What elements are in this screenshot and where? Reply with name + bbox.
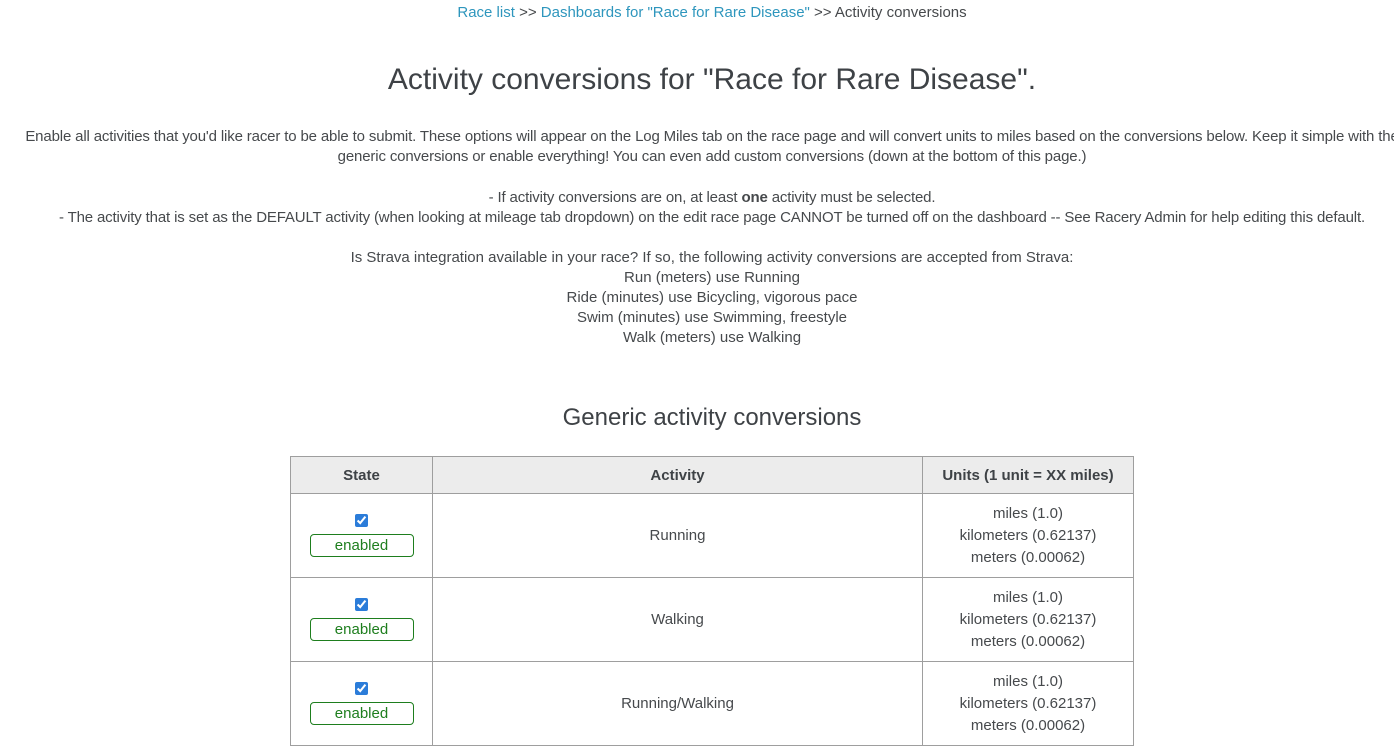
breadcrumb: Race list >> Dashboards for "Race for Ra… [0, 0, 1394, 22]
strava-heading: Is Strava integration available in your … [0, 248, 1394, 268]
unit-conversion: meters (0.00062) [924, 715, 1132, 737]
unit-conversion: miles (1.0) [924, 503, 1132, 525]
note-min-activity: - If activity conversions are on, at lea… [0, 188, 1394, 208]
units-cell: miles (1.0)kilometers (0.62137)meters (0… [923, 494, 1134, 578]
breadcrumb-link-dashboards[interactable]: Dashboards for "Race for Rare Disease" [541, 4, 810, 21]
table-row: enabled Running miles (1.0)kilometers (0… [291, 494, 1134, 578]
state-checkbox[interactable] [355, 598, 368, 611]
note-bold-one: one [741, 189, 767, 206]
column-header-state: State [291, 457, 433, 494]
section-heading: Generic activity conversions [0, 404, 1394, 432]
note-default-activity: - The activity that is set as the DEFAUL… [0, 208, 1394, 228]
intro-line: generic conversions or enable everything… [0, 147, 1394, 167]
conversions-table: State Activity Units (1 unit = XX miles)… [290, 456, 1134, 746]
enabled-button[interactable]: enabled [310, 618, 414, 641]
state-cell: enabled [291, 494, 433, 578]
table-row: enabled Walking miles (1.0)kilometers (0… [291, 578, 1134, 662]
state-checkbox[interactable] [355, 514, 368, 527]
breadcrumb-separator: >> [519, 4, 537, 21]
unit-conversion: miles (1.0) [924, 671, 1132, 693]
units-cell: miles (1.0)kilometers (0.62137)meters (0… [923, 578, 1134, 662]
strava-conversion: Swim (minutes) use Swimming, freestyle [0, 308, 1394, 328]
enabled-button[interactable]: enabled [310, 534, 414, 557]
intro-paragraph: Enable all activities that you'd like ra… [0, 127, 1394, 167]
notes: - If activity conversions are on, at lea… [0, 188, 1394, 228]
unit-conversion: kilometers (0.62137) [924, 609, 1132, 631]
column-header-activity: Activity [433, 457, 923, 494]
table-row: enabled Running/Walking miles (1.0)kilom… [291, 662, 1134, 746]
activity-cell: Running/Walking [433, 662, 923, 746]
strava-conversion: Walk (meters) use Walking [0, 328, 1394, 348]
column-header-units: Units (1 unit = XX miles) [923, 457, 1134, 494]
page-wrapper: Race list >> Dashboards for "Race for Ra… [0, 0, 1394, 746]
enabled-button[interactable]: enabled [310, 702, 414, 725]
strava-info: Is Strava integration available in your … [0, 248, 1394, 348]
intro-line: Enable all activities that you'd like ra… [0, 127, 1394, 147]
breadcrumb-current: Activity conversions [835, 4, 967, 21]
state-checkbox[interactable] [355, 682, 368, 695]
units-cell: miles (1.0)kilometers (0.62137)meters (0… [923, 662, 1134, 746]
unit-conversion: miles (1.0) [924, 587, 1132, 609]
activity-cell: Running [433, 494, 923, 578]
unit-conversion: meters (0.00062) [924, 631, 1132, 653]
state-cell: enabled [291, 662, 433, 746]
unit-conversion: kilometers (0.62137) [924, 525, 1132, 547]
breadcrumb-link-race-list[interactable]: Race list [457, 4, 515, 21]
activity-cell: Walking [433, 578, 923, 662]
unit-conversion: kilometers (0.62137) [924, 693, 1132, 715]
table-header-row: State Activity Units (1 unit = XX miles) [291, 457, 1134, 494]
unit-conversion: meters (0.00062) [924, 547, 1132, 569]
strava-conversion: Run (meters) use Running [0, 268, 1394, 288]
breadcrumb-separator: >> [814, 4, 832, 21]
page-title: Activity conversions for "Race for Rare … [0, 62, 1394, 98]
strava-conversion: Ride (minutes) use Bicycling, vigorous p… [0, 288, 1394, 308]
state-cell: enabled [291, 578, 433, 662]
